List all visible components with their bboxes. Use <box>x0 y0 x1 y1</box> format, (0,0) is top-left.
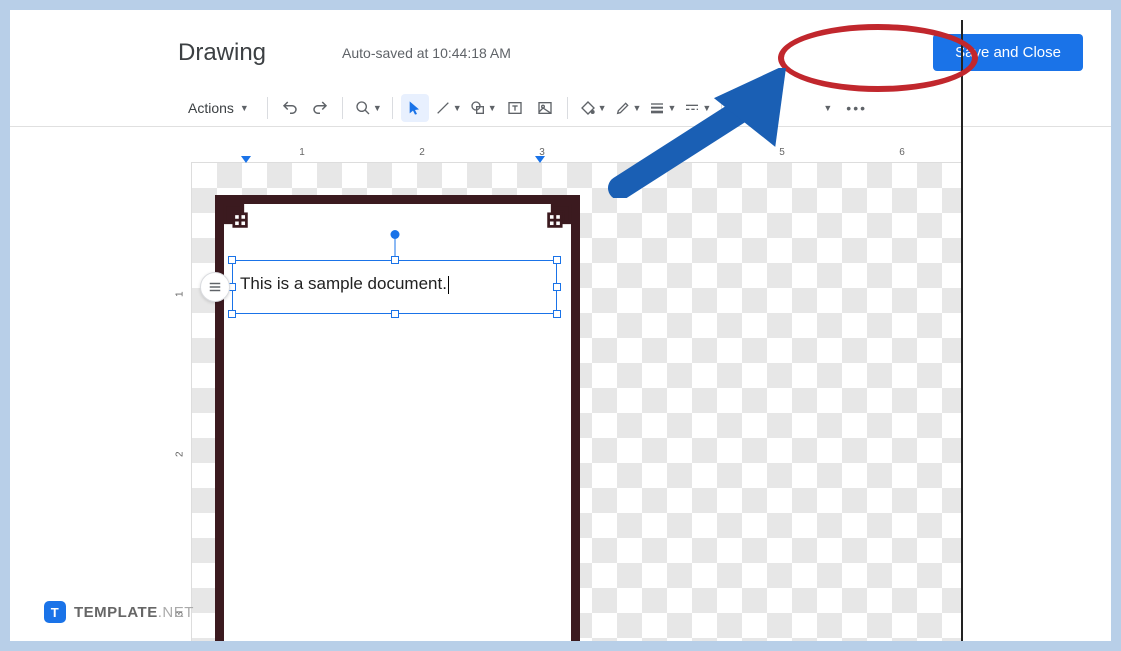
separator <box>342 97 343 119</box>
separator <box>267 97 268 119</box>
text-wrap-icon <box>208 280 222 294</box>
font-family-dropdown[interactable]: Arial ▼ <box>730 94 840 122</box>
selected-textbox[interactable]: This is a sample document. <box>232 260 557 314</box>
chevron-down-icon: ▼ <box>488 103 497 113</box>
template-net-watermark: T TEMPLATE.NET <box>44 601 194 623</box>
resize-handle-e[interactable] <box>553 283 561 291</box>
font-family-label: Arial <box>738 100 766 116</box>
frame-corner-ornament <box>223 203 259 239</box>
zoom-button[interactable]: ▼ <box>351 94 384 122</box>
line-icon <box>435 100 451 116</box>
horizontal-ruler: 1 2 3 4 5 6 <box>192 145 961 163</box>
ruler-tick-label: 5 <box>779 147 785 158</box>
select-tool-button[interactable] <box>401 94 429 122</box>
chevron-down-icon: ▼ <box>598 103 607 113</box>
chevron-down-icon: ▼ <box>453 103 462 113</box>
chevron-down-icon: ▼ <box>373 103 382 113</box>
resize-handle-nw[interactable] <box>228 256 236 264</box>
shape-icon <box>470 100 486 116</box>
ruler-tick-label: 6 <box>899 147 905 158</box>
watermark-text-light: .NET <box>158 604 194 621</box>
zoom-icon <box>355 100 371 116</box>
border-color-button[interactable]: ▼ <box>611 94 644 122</box>
template-net-logo-icon: T <box>44 601 66 623</box>
dialog-title: Drawing <box>178 39 266 67</box>
vertical-ruler: 1 2 3 <box>178 162 192 641</box>
resize-handle-ne[interactable] <box>553 256 561 264</box>
image-icon <box>537 100 553 116</box>
undo-button[interactable] <box>276 94 304 122</box>
chevron-down-icon: ▼ <box>823 103 832 113</box>
textbox-icon <box>507 100 523 116</box>
resize-handle-s[interactable] <box>391 310 399 318</box>
rotation-handle[interactable] <box>390 230 399 239</box>
resize-handle-se[interactable] <box>553 310 561 318</box>
frame-corner-ornament <box>536 203 572 239</box>
indent-marker-left[interactable] <box>241 156 251 163</box>
chevron-down-icon: ▼ <box>702 103 711 113</box>
separator <box>721 97 722 119</box>
resize-handle-n[interactable] <box>391 256 399 264</box>
ruler-tick-label: 2 <box>175 451 186 457</box>
paint-bucket-icon <box>580 100 596 116</box>
cursor-icon <box>407 100 423 116</box>
chevron-down-icon: ▼ <box>667 103 676 113</box>
textbox-text: This is a sample document. <box>240 274 447 293</box>
ruler-tick-label: 4 <box>659 147 665 158</box>
resize-handle-sw[interactable] <box>228 310 236 318</box>
line-dash-icon <box>684 100 700 116</box>
chevron-down-icon: ▼ <box>633 103 642 113</box>
border-dash-button[interactable]: ▼ <box>680 94 713 122</box>
ruler-tick-label: 1 <box>299 147 305 158</box>
more-horizontal-icon: ••• <box>846 100 867 116</box>
autosave-status: Auto-saved at 10:44:18 AM <box>342 45 917 61</box>
ruler-tick-label: 2 <box>419 147 425 158</box>
chevron-down-icon: ▼ <box>240 103 249 113</box>
pencil-icon <box>615 100 631 116</box>
line-weight-icon <box>649 100 665 116</box>
actions-label: Actions <box>188 100 234 116</box>
ruler-tick-label: 1 <box>175 291 186 297</box>
undo-icon <box>281 99 299 117</box>
line-tool-button[interactable]: ▼ <box>431 94 464 122</box>
drawing-dialog: Drawing Auto-saved at 10:44:18 AM Save a… <box>10 10 1111 641</box>
save-and-close-button[interactable]: Save and Close <box>933 34 1083 71</box>
shape-tool-button[interactable]: ▼ <box>466 94 499 122</box>
dialog-right-edge <box>961 20 963 641</box>
text-cursor <box>448 276 449 294</box>
textbox-tool-button[interactable] <box>501 94 529 122</box>
border-weight-button[interactable]: ▼ <box>645 94 678 122</box>
dialog-header: Drawing Auto-saved at 10:44:18 AM Save a… <box>10 10 1111 89</box>
textbox-content[interactable]: This is a sample document. <box>240 274 549 294</box>
toolbar: Actions ▼ ▼ ▼ ▼ <box>10 89 1111 127</box>
fill-color-button[interactable]: ▼ <box>576 94 609 122</box>
actions-menu-button[interactable]: Actions ▼ <box>178 94 259 122</box>
text-wrap-control[interactable] <box>200 272 230 302</box>
redo-button[interactable] <box>306 94 334 122</box>
more-button[interactable]: ••• <box>842 94 871 122</box>
redo-icon <box>311 99 329 117</box>
indent-marker-right[interactable] <box>535 156 545 163</box>
watermark-text-bold: TEMPLATE <box>74 604 158 621</box>
separator <box>567 97 568 119</box>
separator <box>392 97 393 119</box>
image-tool-button[interactable] <box>531 94 559 122</box>
